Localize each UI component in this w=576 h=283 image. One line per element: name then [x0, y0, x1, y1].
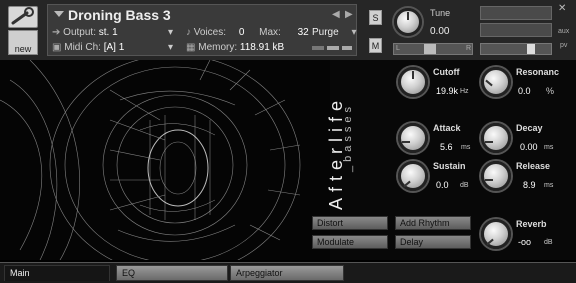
meter-segment [312, 46, 324, 50]
pan-slider[interactable] [393, 43, 473, 55]
new-button[interactable]: new [8, 30, 38, 55]
pan-right-label: R [466, 45, 472, 52]
cutoff-value: 19.9k [436, 86, 459, 96]
volume-meter-bottom [480, 23, 552, 37]
knob-indicator [402, 141, 410, 143]
volume-slider[interactable] [480, 43, 552, 55]
brand-subtitle: _basses [342, 103, 354, 172]
tab-eq[interactable]: EQ [116, 265, 228, 281]
sustain-value: 0.0 [436, 180, 449, 190]
knob-indicator [412, 71, 414, 79]
reverb-unit: dB [544, 239, 553, 246]
output-label: Output: [63, 27, 96, 38]
aux-label: aux [558, 28, 570, 35]
sustain-label: Sustain [433, 161, 466, 171]
modulate-button[interactable]: Modulate [312, 235, 388, 249]
reverb-value: -oo [518, 237, 532, 247]
pan-handle[interactable] [424, 44, 436, 54]
wireframe-artwork [0, 60, 330, 260]
close-icon[interactable]: ✕ [558, 3, 566, 14]
add-rhythm-button[interactable]: Add Rhythm [395, 216, 471, 230]
knob-indicator [485, 79, 493, 87]
tab-arpeggiator[interactable]: Arpeggiator [230, 265, 344, 281]
release-knob[interactable] [481, 161, 511, 191]
purge-meter [312, 46, 352, 51]
midi-dropdown-icon[interactable]: ▾ [168, 42, 173, 53]
max-value[interactable]: 32 [298, 27, 309, 38]
knob-indicator [407, 12, 409, 20]
new-label: new [14, 44, 32, 54]
knob-indicator [403, 180, 411, 188]
midi-value: [A] 1 [103, 42, 125, 53]
reverb-label: Reverb [516, 219, 547, 229]
delay-button[interactable]: Delay [395, 235, 471, 249]
meter-segment [342, 46, 352, 50]
resonance-label: Resonanc [516, 67, 560, 77]
volume-meter-top [480, 6, 552, 20]
wrench-button[interactable] [8, 6, 38, 28]
decay-unit: ms [544, 144, 554, 151]
prev-instrument-icon[interactable]: ◀ [332, 9, 340, 20]
release-label: Release [516, 161, 551, 171]
purge-menu[interactable]: Purge ▾ [312, 27, 357, 38]
tune-knob[interactable] [394, 8, 422, 36]
tune-label: Tune [430, 8, 451, 18]
memory-value: 118.91 kB [239, 42, 285, 53]
voices-label: Voices: [193, 27, 227, 38]
volume-handle[interactable] [527, 44, 535, 54]
pv-label: pv [560, 42, 568, 49]
memory-icon: ▦ [186, 42, 196, 53]
knob-indicator [485, 179, 493, 181]
instrument-menu-icon[interactable] [54, 11, 64, 17]
voices-row: ♪ Voices: 0 Max: 32 [186, 27, 309, 38]
max-label: Max: [259, 27, 281, 38]
decay-value: 0.00 [520, 142, 538, 152]
next-instrument-icon[interactable]: ▶ [345, 9, 353, 20]
cutoff-label: Cutoff [433, 67, 460, 77]
instrument-title[interactable]: Droning Bass 3 [68, 7, 171, 23]
cutoff-unit: Hz [460, 88, 469, 95]
memory-label: Memory: [198, 42, 238, 53]
knob-indicator [485, 141, 493, 143]
tune-value: 0.00 [430, 26, 450, 37]
sustain-unit: dB [460, 182, 469, 189]
output-icon: ➔ [52, 27, 61, 38]
midi-label: Midi Ch: [64, 42, 101, 53]
solo-button[interactable]: S [369, 10, 382, 25]
sustain-knob[interactable] [398, 161, 428, 191]
attack-knob[interactable] [398, 123, 428, 153]
memory-row: ▦ Memory: 118.91 kB [186, 42, 284, 53]
midi-row[interactable]: ▣ Midi Ch: [A] 1 [52, 42, 124, 53]
output-value: st. 1 [98, 27, 118, 38]
release-unit: ms [544, 182, 554, 189]
reverb-knob[interactable] [481, 219, 511, 249]
output-row[interactable]: ➔ Output: st. 1 [52, 27, 118, 38]
decay-label: Decay [516, 123, 543, 133]
release-value: 8.9 [523, 180, 536, 190]
wrench-icon [11, 7, 34, 25]
resonance-knob[interactable] [481, 67, 511, 97]
resonance-unit: % [546, 86, 555, 96]
main-panel: Afterlife _basses Cutoff 19.9k Hz Resona… [0, 60, 576, 260]
cutoff-knob[interactable] [398, 67, 428, 97]
meter-segment [327, 46, 339, 50]
mute-button[interactable]: M [369, 38, 382, 53]
pan-left-label: L [396, 45, 400, 52]
voices-icon: ♪ [186, 27, 191, 38]
midi-icon: ▣ [52, 42, 62, 53]
tab-main[interactable]: Main [4, 265, 110, 281]
knob-indicator [486, 238, 494, 246]
attack-label: Attack [433, 123, 461, 133]
resonance-value: 0.0 [518, 86, 531, 96]
distort-button[interactable]: Distort [312, 216, 388, 230]
purge-label: Purge [312, 27, 339, 38]
output-dropdown-icon[interactable]: ▾ [168, 27, 173, 38]
voices-value: 0 [238, 27, 245, 38]
attack-value: 5.6 [440, 142, 453, 152]
decay-knob[interactable] [481, 123, 511, 153]
attack-unit: ms [461, 144, 471, 151]
purge-dropdown-icon: ▾ [351, 27, 357, 38]
